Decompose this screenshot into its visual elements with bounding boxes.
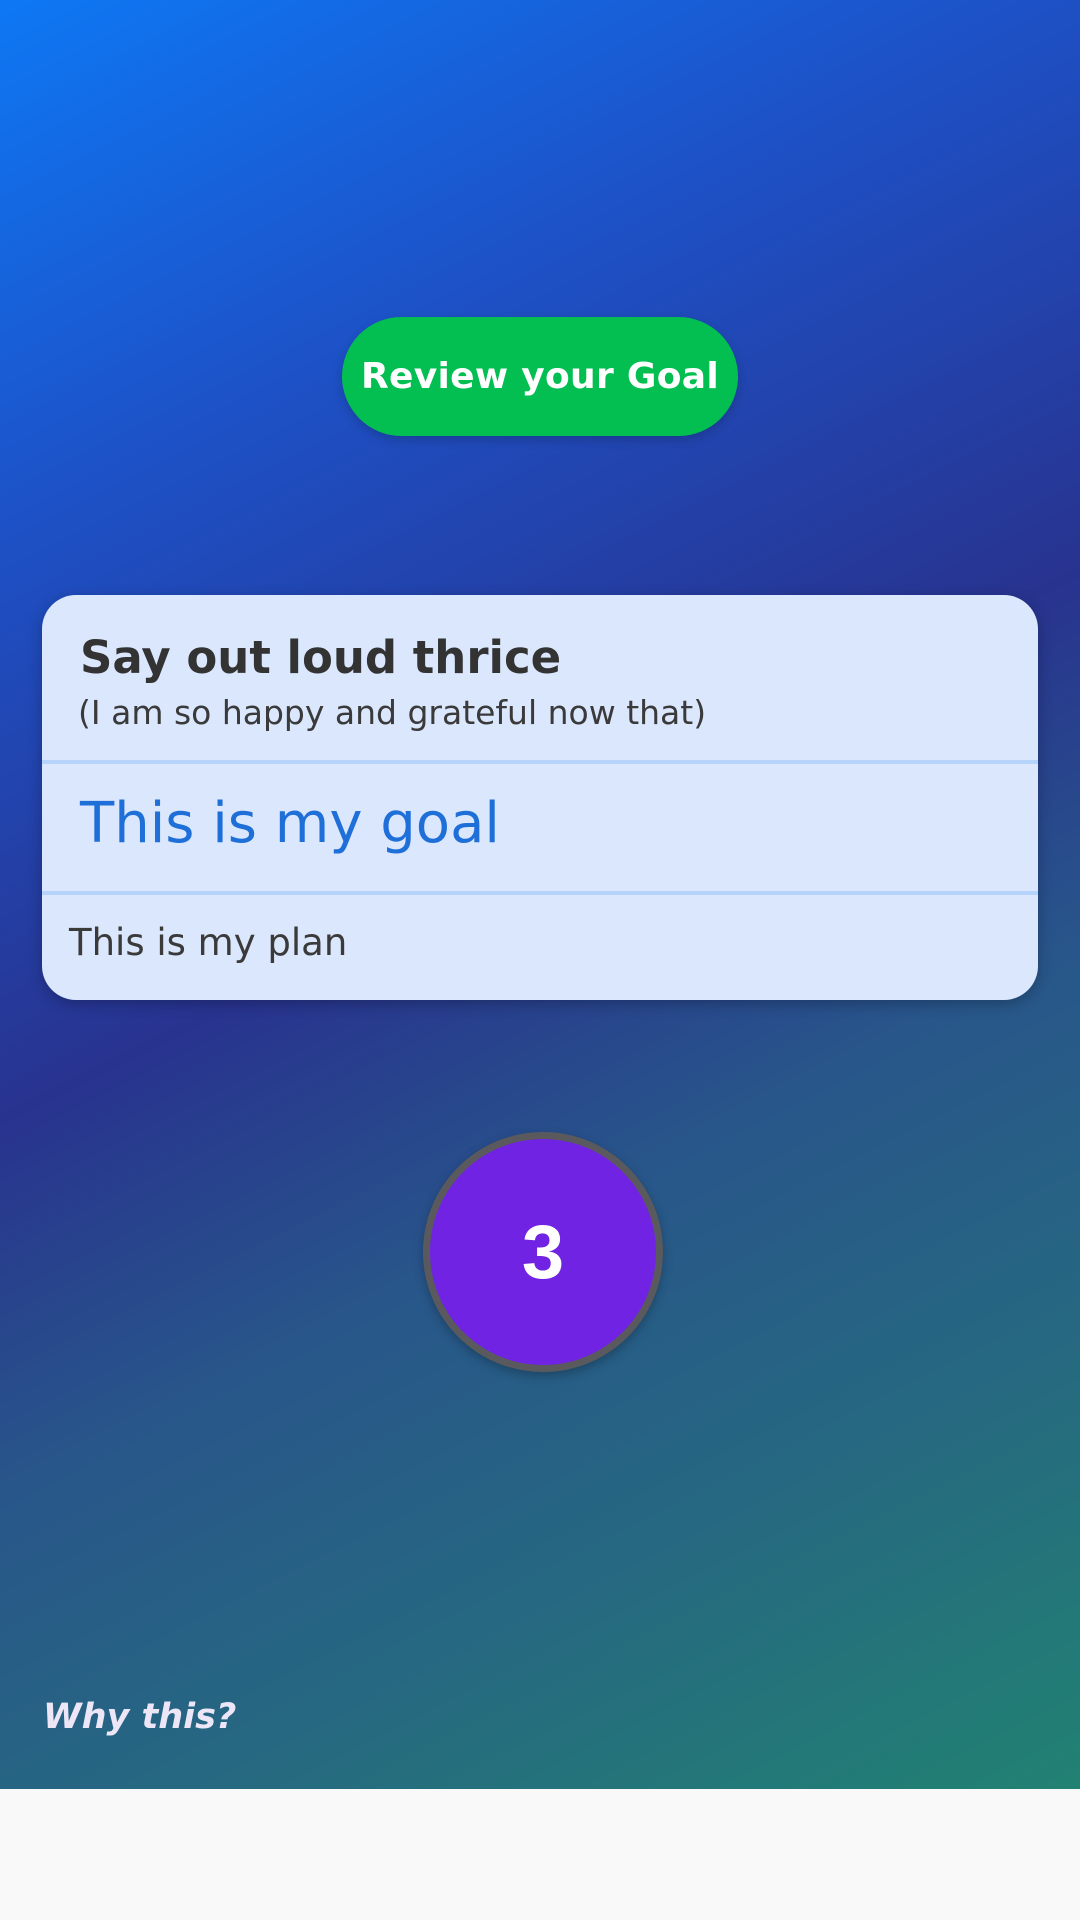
plan-text: This is my plan [69,921,348,964]
card-divider [42,760,1038,764]
repetition-counter-button[interactable]: 3 [423,1132,663,1372]
why-this-link[interactable]: Why this? [43,1697,236,1737]
review-goal-button[interactable]: Review your Goal [342,317,738,436]
card-divider [42,891,1038,895]
affirmation-card: Say out loud thrice (I am so happy and g… [42,595,1038,1000]
screen: Review your Goal Say out loud thrice (I … [0,0,1080,1920]
goal-text: This is my goal [80,791,500,856]
instruction-title: Say out loud thrice [80,631,562,684]
instruction-subtitle: (I am so happy and grateful now that) [78,693,707,732]
